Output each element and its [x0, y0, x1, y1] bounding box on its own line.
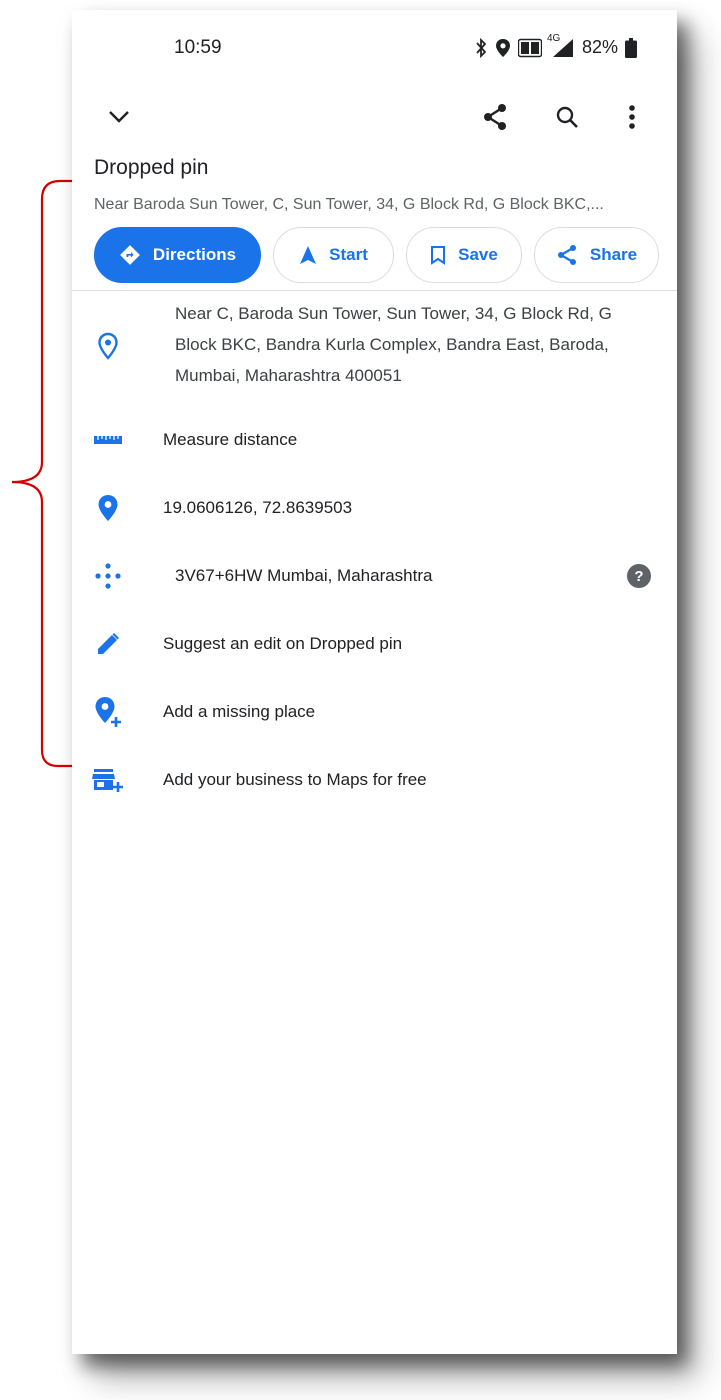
share-icon: [484, 104, 506, 130]
action-chips: Directions Start Save Share: [94, 227, 659, 283]
pencil-icon: [90, 626, 126, 662]
toolbar: [72, 92, 677, 142]
share-button[interactable]: Share: [534, 227, 659, 283]
measure-distance-row[interactable]: Measure distance: [72, 422, 677, 458]
battery-level: 82%: [582, 37, 619, 57]
more-options-button[interactable]: [607, 92, 657, 142]
share-icon: [557, 245, 576, 265]
place-subtitle: Near Baroda Sun Tower, C, Sun Tower, 34,…: [94, 196, 604, 213]
search-button[interactable]: [542, 92, 592, 142]
status-bar: 10:59 4G 82%: [72, 10, 677, 82]
battery-icon: [625, 37, 638, 58]
annotation-bracket: [11, 179, 74, 768]
navigation-arrow-icon: [300, 246, 317, 264]
divider: [72, 290, 677, 291]
volte-icon: [518, 38, 542, 58]
save-label: Save: [458, 245, 498, 264]
coordinates-row[interactable]: 19.0606126, 72.8639503: [72, 490, 677, 526]
status-icons: 4G 82%: [474, 33, 638, 58]
add-missing-place-label: Add a missing place: [163, 702, 316, 721]
location-icon: [495, 38, 511, 58]
add-business-row[interactable]: Add your business to Maps for free: [72, 762, 677, 798]
plus-code-row[interactable]: 3V67+6HW Mumbai, Maharashtra ?: [72, 558, 677, 594]
ruler-icon: [90, 422, 126, 458]
save-button[interactable]: Save: [406, 227, 522, 283]
measure-distance-label: Measure distance: [163, 430, 298, 449]
location-outline-icon: [90, 328, 126, 364]
bluetooth-icon: [474, 37, 488, 58]
suggest-edit-row[interactable]: Suggest an edit on Dropped pin: [72, 626, 677, 662]
address-line-1: Near C, Baroda Sun Tower, Sun Tower, 34,…: [175, 304, 612, 323]
location-pin-icon: [90, 490, 126, 526]
address-text: Near C, Baroda Sun Tower, Sun Tower, 34,…: [175, 298, 655, 391]
address-line-3: Mumbai, Maharashtra 400051: [175, 366, 402, 385]
share-label: Share: [589, 245, 638, 264]
address-line-2: Block BKC, Bandra Kurla Complex, Bandra …: [175, 335, 609, 354]
help-icon[interactable]: ?: [627, 564, 651, 588]
phone-screen: 10:59 4G 82% Dropped pin Near Baroda Sun…: [72, 10, 677, 1354]
directions-label: Directions: [152, 245, 237, 264]
collapse-button[interactable]: [94, 92, 144, 142]
plus-code-icon: [90, 558, 126, 594]
bookmark-icon: [431, 246, 446, 265]
chevron-down-icon: [109, 111, 129, 123]
add-location-icon: [90, 694, 126, 730]
directions-button[interactable]: Directions: [94, 227, 261, 283]
directions-icon: [120, 245, 140, 265]
share-toolbar-button[interactable]: [470, 92, 520, 142]
start-button[interactable]: Start: [273, 227, 394, 283]
plus-code-text: 3V67+6HW Mumbai, Maharashtra: [175, 566, 433, 585]
status-time: 10:59: [174, 37, 222, 58]
start-label: Start: [329, 245, 368, 264]
add-missing-place-row[interactable]: Add a missing place: [72, 694, 677, 730]
search-icon: [556, 106, 578, 128]
suggest-edit-label: Suggest an edit on Dropped pin: [163, 634, 403, 653]
place-title: Dropped pin: [94, 156, 209, 179]
address-row[interactable]: Near C, Baroda Sun Tower, Sun Tower, 34,…: [72, 298, 677, 398]
add-business-label: Add your business to Maps for free: [163, 770, 427, 789]
more-vert-icon: [629, 105, 635, 129]
coordinates-text: 19.0606126, 72.8639503: [163, 498, 353, 517]
add-business-icon: [90, 762, 126, 798]
network-type: 4G: [547, 32, 561, 44]
signal-icon: 4G: [547, 33, 575, 58]
